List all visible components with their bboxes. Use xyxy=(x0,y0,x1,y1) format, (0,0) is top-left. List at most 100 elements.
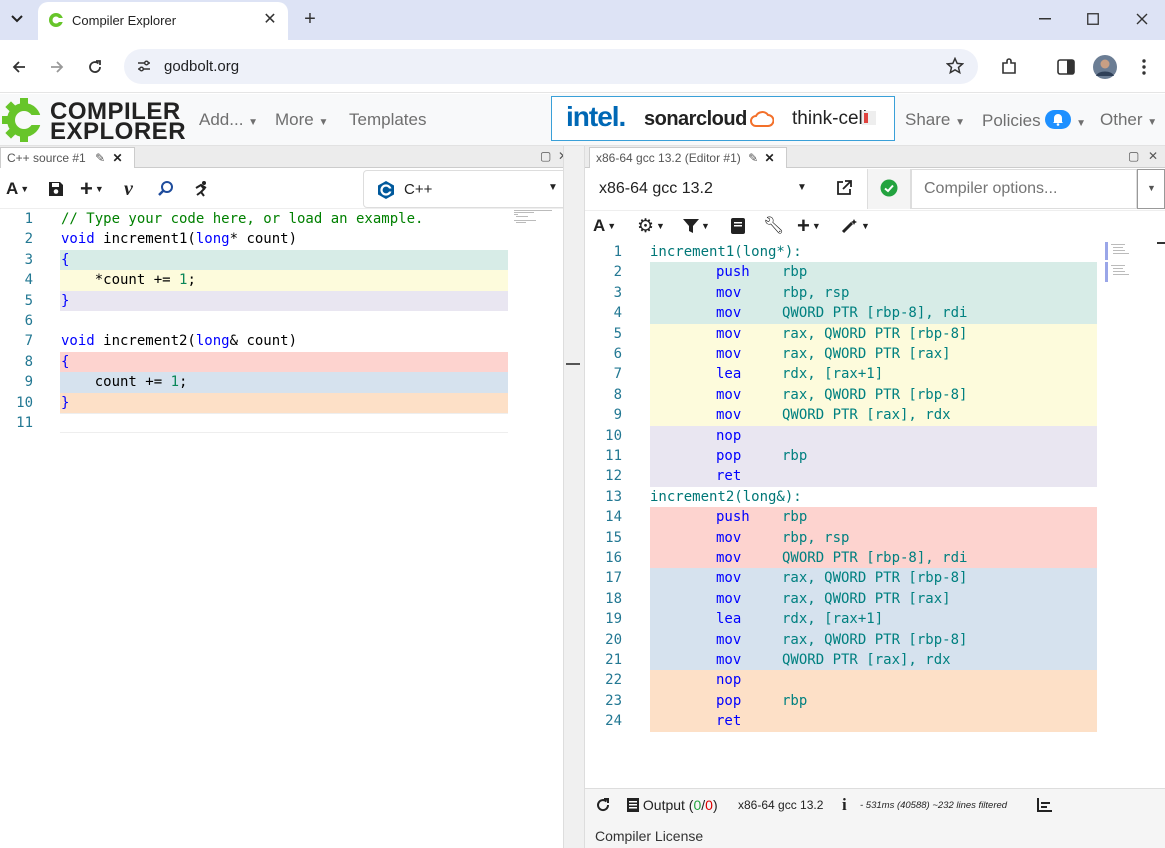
compiler-options-input[interactable] xyxy=(911,169,1137,209)
add-menu[interactable]: Add... ▼ xyxy=(199,110,258,130)
asm-line[interactable]: 14 push rbp xyxy=(585,507,1097,528)
maximize-pane-icon[interactable]: ▢ xyxy=(1128,149,1139,163)
language-select[interactable]: C++ ▼ xyxy=(363,170,577,208)
asm-line[interactable]: 15 mov rbp, rsp xyxy=(585,527,1097,548)
search-button[interactable] xyxy=(157,177,175,201)
tools-button[interactable]: 🔧︎ xyxy=(763,214,785,238)
source-line[interactable]: 11 xyxy=(0,413,508,434)
close-window-button[interactable] xyxy=(1127,6,1157,32)
tab-search-button[interactable] xyxy=(4,6,30,32)
source-line[interactable]: 10} xyxy=(0,392,508,413)
asm-opcode[interactable]: nop xyxy=(716,670,741,690)
asm-opcode[interactable]: lea xyxy=(716,364,741,384)
add-new-button[interactable]: + ▼ xyxy=(797,213,821,238)
asm-scrollbar[interactable] xyxy=(1157,242,1165,244)
asm-line[interactable]: 21 mov QWORD PTR [rax], rdx xyxy=(585,650,1097,671)
policies-menu[interactable]: Policies ▼ xyxy=(982,110,1086,131)
asm-opcode[interactable]: mov xyxy=(716,283,741,303)
asm-line[interactable]: 23 pop rbp xyxy=(585,690,1097,712)
sponsor-sonarcloud[interactable]: sonarcloud xyxy=(644,108,747,131)
asm-opcode[interactable]: mov xyxy=(716,303,741,323)
tab-close-icon[interactable]: ✕ xyxy=(765,151,775,165)
asm-line[interactable]: 13 increment2(long&): xyxy=(585,486,1097,508)
new-tab-button[interactable]: + xyxy=(298,6,322,32)
filter-button[interactable]: ▼ xyxy=(683,214,710,238)
asm-line[interactable]: 22 nop xyxy=(585,670,1097,691)
asm-line[interactable]: 3 mov rbp, rsp xyxy=(585,282,1097,304)
other-menu[interactable]: Other ▼ xyxy=(1100,110,1157,130)
asm-opcode[interactable]: mov xyxy=(716,630,741,650)
share-menu[interactable]: Share ▼ xyxy=(905,110,965,130)
recompile-button[interactable] xyxy=(595,797,611,816)
asm-line[interactable]: 24 ret xyxy=(585,711,1097,732)
asm-opcode[interactable]: ret xyxy=(716,711,741,731)
tab-close-icon[interactable]: ✕ xyxy=(112,151,122,165)
asm-label[interactable]: increment2(long&): xyxy=(650,487,802,507)
asm-line[interactable]: 7 lea rdx, [rax+1] xyxy=(585,364,1097,385)
tab-close-icon[interactable]: ✕ xyxy=(260,10,280,30)
stats-chart-button[interactable] xyxy=(1037,798,1053,815)
asm-opcode[interactable]: nop xyxy=(716,426,741,446)
asm-line[interactable]: 6 mov rax, QWORD PTR [rax] xyxy=(585,344,1097,365)
sponsor-intel[interactable]: intel. xyxy=(566,101,626,133)
source-editor[interactable]: 1 // Type your code here, or load an exam… xyxy=(0,209,563,848)
asm-line[interactable]: 10 nop xyxy=(585,425,1097,446)
asm-opcode[interactable]: mov xyxy=(716,589,741,609)
site-settings-icon[interactable] xyxy=(136,58,152,74)
popout-compiler-button[interactable] xyxy=(835,179,853,202)
asm-opcode[interactable]: mov xyxy=(716,568,741,588)
source-line[interactable]: 6 xyxy=(0,311,508,332)
asm-line[interactable]: 8 mov rax, QWORD PTR [rbp-8] xyxy=(585,384,1097,406)
asm-line[interactable]: 16 mov QWORD PTR [rbp-8], rdi xyxy=(585,548,1097,569)
sponsor-thinkcell[interactable]: think-cell xyxy=(792,108,867,130)
asm-opcode[interactable]: mov xyxy=(716,528,741,548)
source-line[interactable]: 9 count += 1; xyxy=(0,372,508,393)
extensions-button[interactable] xyxy=(996,54,1022,80)
source-line[interactable]: 2 void increment1(long* count) xyxy=(0,229,508,250)
asm-opcode[interactable]: mov xyxy=(716,344,741,364)
sponsors-banner[interactable]: intel. sonarcloud think-cell xyxy=(551,96,895,141)
source-line[interactable]: 4 *count += 1; xyxy=(0,270,508,291)
reload-button[interactable] xyxy=(82,54,108,80)
asm-line[interactable]: 9 mov QWORD PTR [rax], rdx xyxy=(585,405,1097,426)
asm-opcode[interactable]: mov xyxy=(716,548,741,568)
info-icon[interactable]: i xyxy=(842,795,847,815)
libraries-button[interactable] xyxy=(731,214,745,238)
asm-line[interactable]: 2 push rbp xyxy=(585,262,1097,283)
asm-line[interactable]: 11 pop rbp xyxy=(585,446,1097,467)
maximize-pane-icon[interactable]: ▢ xyxy=(540,149,551,163)
splitter-handle[interactable] xyxy=(566,363,580,365)
source-line[interactable]: 1 // Type your code here, or load an exam… xyxy=(0,209,508,230)
source-line[interactable]: 3{ xyxy=(0,249,508,271)
compiler-license-link[interactable]: Compiler License xyxy=(595,828,703,844)
asm-opcode[interactable]: lea xyxy=(716,609,741,629)
browser-menu-button[interactable] xyxy=(1131,54,1157,80)
asm-opcode[interactable]: mov xyxy=(716,324,741,344)
more-menu[interactable]: More ▼ xyxy=(275,110,328,130)
templates-link[interactable]: Templates xyxy=(349,110,426,130)
asm-opcode[interactable]: mov xyxy=(716,385,741,405)
profile-avatar[interactable] xyxy=(1092,54,1118,80)
maximize-button[interactable] xyxy=(1078,6,1108,32)
asm-opcode[interactable]: mov xyxy=(716,650,741,670)
add-tool-button[interactable]: ▼ xyxy=(841,214,870,238)
source-line[interactable]: 5} xyxy=(0,290,508,311)
pencil-icon[interactable]: ✎ xyxy=(748,151,758,165)
close-pane-icon[interactable]: ✕ xyxy=(1148,149,1158,163)
output-toggle[interactable]: Output (0/0) xyxy=(627,797,718,813)
asm-line[interactable]: 20 mov rax, QWORD PTR [rbp-8] xyxy=(585,629,1097,650)
save-button[interactable] xyxy=(48,177,64,201)
asm-line[interactable]: 5 mov rax, QWORD PTR [rbp-8] xyxy=(585,323,1097,344)
compiler-select[interactable]: x86-64 gcc 13.2 ▼ xyxy=(587,170,827,208)
asm-line[interactable]: 18 mov rax, QWORD PTR [rax] xyxy=(585,588,1097,610)
asm-line[interactable]: 12 ret xyxy=(585,466,1097,487)
compiler-options-dropdown[interactable]: ▼ xyxy=(1137,169,1165,209)
back-button[interactable] xyxy=(6,54,32,80)
asm-label[interactable]: increment1(long*): xyxy=(650,242,802,262)
quick-tools-button[interactable] xyxy=(192,177,210,201)
compile-status[interactable] xyxy=(867,169,911,209)
asm-line[interactable]: 4 mov QWORD PTR [rbp-8], rdi xyxy=(585,303,1097,324)
font-size-button[interactable]: A ▼ xyxy=(593,214,616,238)
asm-line[interactable]: 17 mov rax, QWORD PTR [rbp-8] xyxy=(585,568,1097,589)
compiler-tab[interactable]: x86-64 gcc 13.2 (Editor #1) ✎ ✕ xyxy=(589,147,787,168)
